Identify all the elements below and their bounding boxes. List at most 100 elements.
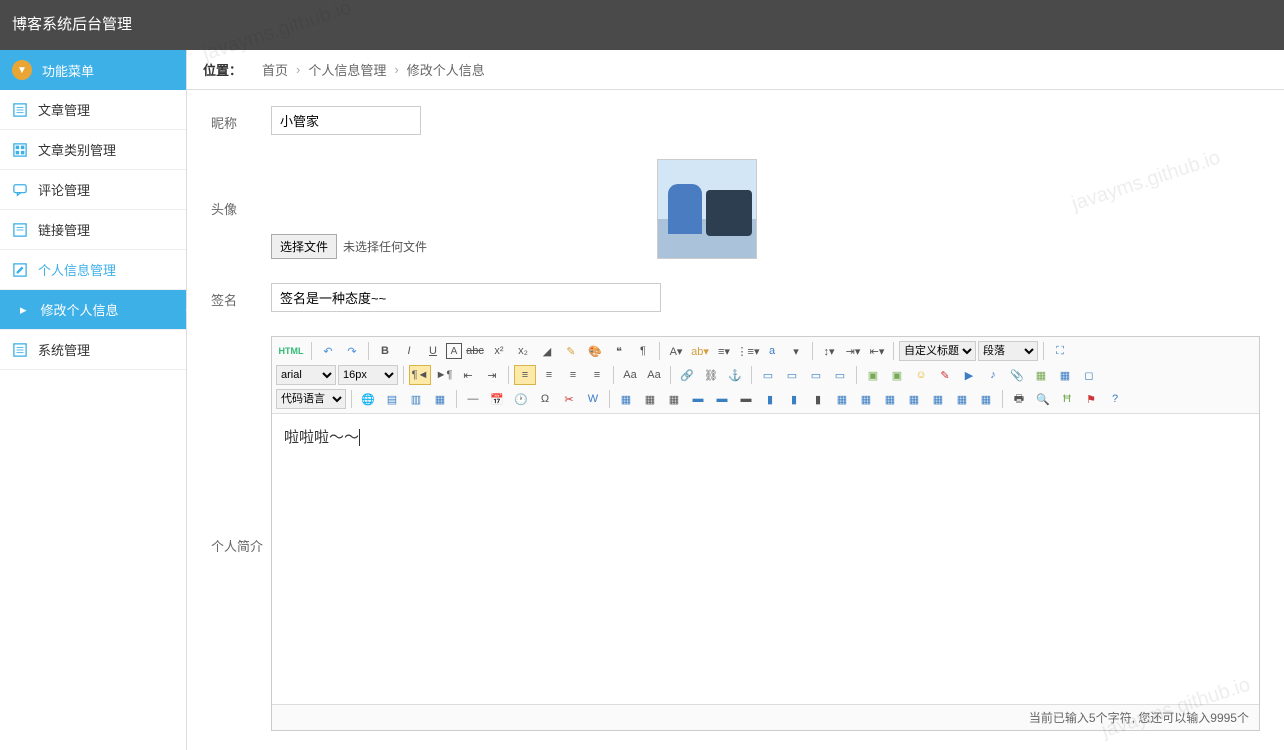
split-cells-icon[interactable]: ▦ [903, 389, 925, 409]
image-right-icon[interactable]: ▭ [781, 365, 803, 385]
lowercase-icon[interactable]: Aa [643, 365, 665, 385]
anchor-icon[interactable]: ⚓ [724, 365, 746, 385]
gmap-icon[interactable]: ▦ [1054, 365, 1076, 385]
snapscreen-icon[interactable]: ✂ [558, 389, 580, 409]
table-icon[interactable]: ▦ [615, 389, 637, 409]
align-justify-icon[interactable]: ≡ [586, 365, 608, 385]
attachment-icon[interactable]: 📎 [1006, 365, 1028, 385]
col-before-icon[interactable]: ▮ [759, 389, 781, 409]
clear-format-icon[interactable]: ▾ [785, 341, 807, 361]
breadcrumb-home[interactable]: 首页 [262, 60, 288, 79]
subscript-icon[interactable]: x₂ [512, 341, 534, 361]
word-icon[interactable]: W [582, 389, 604, 409]
map-icon[interactable]: ▦ [1030, 365, 1052, 385]
row-after-icon[interactable]: ▬ [711, 389, 733, 409]
image-center-icon[interactable]: ▭ [829, 365, 851, 385]
font-family-select[interactable]: arial [276, 365, 336, 385]
search-replace-icon[interactable]: Ħ [1056, 389, 1078, 409]
background-icon[interactable]: ▥ [405, 389, 427, 409]
sidebar-subitem-edit-profile[interactable]: 修改个人信息 [0, 290, 186, 330]
underline-icon[interactable]: U [422, 341, 444, 361]
music-icon[interactable]: ♪ [982, 365, 1004, 385]
bold-icon[interactable]: B [374, 341, 396, 361]
image-left-icon[interactable]: ▭ [757, 365, 779, 385]
date-icon[interactable]: 📅 [486, 389, 508, 409]
editor-content[interactable]: 啦啦啦～～ [272, 414, 1259, 704]
split-cols-icon[interactable]: ▦ [951, 389, 973, 409]
row-delete-icon[interactable]: ▬ [735, 389, 757, 409]
palette-icon[interactable]: 🎨 [584, 341, 606, 361]
superscript-icon[interactable]: x² [488, 341, 510, 361]
quote-icon[interactable]: ❝ [608, 341, 630, 361]
template-icon[interactable]: ▤ [381, 389, 403, 409]
pilcrow-icon[interactable]: ¶ [632, 341, 654, 361]
time-icon[interactable]: 🕐 [510, 389, 532, 409]
chart-icon[interactable]: ▦ [975, 389, 997, 409]
split-rows-icon[interactable]: ▦ [927, 389, 949, 409]
italic-icon[interactable]: I [398, 341, 420, 361]
globe-icon[interactable]: 🌐 [357, 389, 379, 409]
align-left-icon[interactable]: ≡ [514, 365, 536, 385]
heading-select[interactable]: 自定义标题 [899, 341, 976, 361]
table-delete-icon[interactable]: ▦ [639, 389, 661, 409]
merge-cells-icon[interactable]: ▦ [831, 389, 853, 409]
row-before-icon[interactable]: ▬ [687, 389, 709, 409]
font-color-icon[interactable]: A▾ [665, 341, 687, 361]
sidebar-item-links[interactable]: 链接管理 [0, 210, 186, 250]
flag-icon[interactable]: ⚑ [1080, 389, 1102, 409]
unordered-list-icon[interactable]: ⋮≡▾ [737, 341, 759, 361]
special-char-icon[interactable]: Ω [534, 389, 556, 409]
sidebar-item-categories[interactable]: 文章类别管理 [0, 130, 186, 170]
table-props-icon[interactable]: ▦ [663, 389, 685, 409]
paragraph-select[interactable]: 段落 [978, 341, 1038, 361]
indent-button-icon[interactable]: ⇥ [481, 365, 503, 385]
preview-icon[interactable]: 🔍 [1032, 389, 1054, 409]
sidebar-item-profile[interactable]: 个人信息管理 [0, 250, 186, 290]
uppercase-icon[interactable]: Aa [619, 365, 641, 385]
outdent-button-icon[interactable]: ⇤ [457, 365, 479, 385]
help-icon[interactable]: ? [1104, 389, 1126, 409]
ltr-icon[interactable]: ¶◄ [409, 365, 431, 385]
snapshot-icon[interactable]: ▦ [429, 389, 451, 409]
indent-icon[interactable]: ⇥▾ [842, 341, 864, 361]
code-lang-select[interactable]: 代码语言 [276, 389, 346, 409]
eraser-icon[interactable]: ◢ [536, 341, 558, 361]
fullscreen-icon[interactable]: ⛶ [1049, 341, 1071, 361]
sidebar-item-system[interactable]: 系统管理 [0, 330, 186, 370]
col-after-icon[interactable]: ▮ [783, 389, 805, 409]
print-icon[interactable]: 🖶 [1008, 389, 1030, 409]
menu-header[interactable]: ▼ 功能菜单 [0, 50, 186, 90]
emoji-icon[interactable]: ☺ [910, 365, 932, 385]
merge-down-icon[interactable]: ▦ [879, 389, 901, 409]
frame-icon[interactable]: ◻ [1078, 365, 1100, 385]
html-source-button[interactable]: HTML [276, 341, 306, 361]
unlink-icon[interactable]: ⛓ [700, 365, 722, 385]
insert-image-icon[interactable]: ▣ [862, 365, 884, 385]
video-icon[interactable]: ▶ [958, 365, 980, 385]
strikethrough-icon[interactable]: abc [464, 341, 486, 361]
breadcrumb-profile[interactable]: 个人信息管理 [308, 60, 386, 79]
scrawl-icon[interactable]: ✎ [934, 365, 956, 385]
align-center-icon[interactable]: ≡ [538, 365, 560, 385]
format-brush-icon[interactable]: ✎ [560, 341, 582, 361]
outdent-icon[interactable]: ⇤▾ [866, 341, 888, 361]
sidebar-item-articles[interactable]: 文章管理 [0, 90, 186, 130]
nickname-input[interactable] [271, 106, 421, 135]
bg-color-icon[interactable]: ab▾ [689, 341, 711, 361]
font-size-select[interactable]: 16px [338, 365, 398, 385]
image-none-icon[interactable]: ▭ [805, 365, 827, 385]
hr-icon[interactable]: — [462, 389, 484, 409]
undo-icon[interactable]: ↶ [317, 341, 339, 361]
redo-icon[interactable]: ↷ [341, 341, 363, 361]
ordered-list-icon[interactable]: ≡▾ [713, 341, 735, 361]
col-delete-icon[interactable]: ▮ [807, 389, 829, 409]
choose-file-button[interactable]: 选择文件 [271, 234, 337, 259]
signature-input[interactable] [271, 283, 661, 312]
align-right-icon[interactable]: ≡ [562, 365, 584, 385]
insert-multi-image-icon[interactable]: ▣ [886, 365, 908, 385]
line-height-icon[interactable]: ↕▾ [818, 341, 840, 361]
font-border-icon[interactable]: A [446, 343, 462, 359]
merge-right-icon[interactable]: ▦ [855, 389, 877, 409]
sidebar-item-comments[interactable]: 评论管理 [0, 170, 186, 210]
link-icon[interactable]: 🔗 [676, 365, 698, 385]
